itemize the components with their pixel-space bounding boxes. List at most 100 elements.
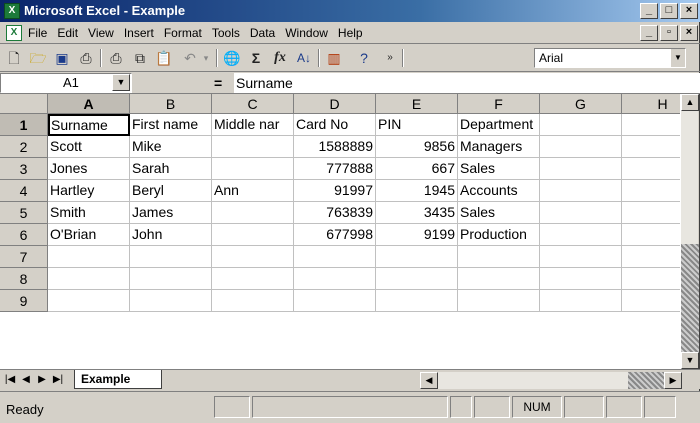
menu-data[interactable]: Data — [250, 26, 275, 40]
cell-g3[interactable] — [540, 158, 622, 180]
sheet-tab-example[interactable]: Example — [74, 370, 162, 389]
more-icon[interactable]: » — [380, 48, 400, 68]
cell-f5[interactable]: Sales — [458, 202, 540, 224]
row-header-1[interactable]: 1 — [0, 114, 48, 136]
row-header-7[interactable]: 7 — [0, 246, 48, 268]
cell-h9[interactable] — [622, 290, 680, 312]
cell-b8[interactable] — [130, 268, 212, 290]
cell-d9[interactable] — [294, 290, 376, 312]
row-header-2[interactable]: 2 — [0, 136, 48, 158]
cell-d5[interactable]: 763839 — [294, 202, 376, 224]
cell-d2[interactable]: 1588889 — [294, 136, 376, 158]
cell-h4[interactable] — [622, 180, 680, 202]
cell-b5[interactable]: James — [130, 202, 212, 224]
cell-f9[interactable] — [458, 290, 540, 312]
cell-a4[interactable]: Hartley — [48, 180, 130, 202]
cell-d3[interactable]: 777888 — [294, 158, 376, 180]
menu-help[interactable]: Help — [338, 26, 363, 40]
cell-d8[interactable] — [294, 268, 376, 290]
cell-g5[interactable] — [540, 202, 622, 224]
horizontal-scrollbar[interactable]: ◀ ▶ — [420, 372, 682, 389]
last-sheet-icon[interactable]: ▶| — [50, 372, 66, 388]
cell-g4[interactable] — [540, 180, 622, 202]
title-bar[interactable]: X Microsoft Excel - Example _ □ × — [0, 0, 700, 22]
cell-d1[interactable]: Card No — [294, 114, 376, 136]
cell-c5[interactable] — [212, 202, 294, 224]
cell-e5[interactable]: 3435 — [376, 202, 458, 224]
vertical-scroll-thumb[interactable] — [681, 244, 699, 354]
cell-e6[interactable]: 9199 — [376, 224, 458, 246]
cell-f8[interactable] — [458, 268, 540, 290]
cell-c2[interactable] — [212, 136, 294, 158]
font-name-select[interactable]: Arial ▼ — [534, 48, 686, 68]
cell-g1[interactable] — [540, 114, 622, 136]
cell-h6[interactable] — [622, 224, 680, 246]
sort-ascending-icon[interactable]: A↓ — [294, 48, 314, 68]
close-button[interactable]: × — [680, 3, 698, 19]
column-header-g[interactable]: G — [540, 94, 622, 114]
select-all-corner[interactable] — [0, 94, 48, 114]
copy-icon[interactable]: ⧉ — [130, 48, 150, 68]
first-sheet-icon[interactable]: |◀ — [2, 372, 18, 388]
vertical-scrollbar[interactable]: ▲ ▼ — [680, 94, 699, 369]
cell-c7[interactable] — [212, 246, 294, 268]
prev-sheet-icon[interactable]: ◀ — [18, 372, 34, 388]
hyperlink-icon[interactable]: 🌐 — [222, 48, 242, 68]
excel-app-icon[interactable]: X — [4, 3, 20, 19]
cell-g2[interactable] — [540, 136, 622, 158]
maximize-button[interactable]: □ — [660, 3, 678, 19]
row-header-8[interactable]: 8 — [0, 268, 48, 290]
scroll-right-icon[interactable]: ▶ — [664, 372, 682, 389]
cell-a2[interactable]: Scott — [48, 136, 130, 158]
open-icon[interactable]: 🗁 — [28, 48, 48, 68]
column-header-e[interactable]: E — [376, 94, 458, 114]
cell-b2[interactable]: Mike — [130, 136, 212, 158]
cell-h1[interactable] — [622, 114, 680, 136]
column-header-f[interactable]: F — [458, 94, 540, 114]
cell-c1[interactable]: Middle nar — [212, 114, 294, 136]
cell-b7[interactable] — [130, 246, 212, 268]
column-header-b[interactable]: B — [130, 94, 212, 114]
cell-a6[interactable]: O'Brian — [48, 224, 130, 246]
permission-icon[interactable]: ⎙ — [76, 48, 96, 68]
name-box-dropdown-icon[interactable]: ▼ — [112, 74, 130, 91]
autosum-icon[interactable]: Σ — [246, 48, 266, 68]
cell-b3[interactable]: Sarah — [130, 158, 212, 180]
cell-g6[interactable] — [540, 224, 622, 246]
help-icon[interactable]: ? — [354, 48, 374, 68]
row-header-6[interactable]: 6 — [0, 224, 48, 246]
cell-f7[interactable] — [458, 246, 540, 268]
doc-minimize-button[interactable]: _ — [640, 25, 658, 41]
cell-e2[interactable]: 9856 — [376, 136, 458, 158]
cell-d7[interactable] — [294, 246, 376, 268]
cell-g8[interactable] — [540, 268, 622, 290]
row-header-9[interactable]: 9 — [0, 290, 48, 312]
next-sheet-icon[interactable]: ▶ — [34, 372, 50, 388]
scroll-up-icon[interactable]: ▲ — [681, 94, 699, 111]
column-header-d[interactable]: D — [294, 94, 376, 114]
save-icon[interactable]: ▣ — [52, 48, 72, 68]
menu-insert[interactable]: Insert — [124, 26, 154, 40]
cell-f1[interactable]: Department — [458, 114, 540, 136]
new-icon[interactable]: 🗋 — [4, 48, 24, 68]
cell-b6[interactable]: John — [130, 224, 212, 246]
cell-f4[interactable]: Accounts — [458, 180, 540, 202]
minimize-button[interactable]: _ — [640, 3, 658, 19]
cell-a8[interactable] — [48, 268, 130, 290]
function-icon[interactable]: fx — [270, 48, 290, 68]
row-header-3[interactable]: 3 — [0, 158, 48, 180]
cell-e9[interactable] — [376, 290, 458, 312]
cell-h5[interactable] — [622, 202, 680, 224]
cell-c4[interactable]: Ann — [212, 180, 294, 202]
cell-e8[interactable] — [376, 268, 458, 290]
cell-g9[interactable] — [540, 290, 622, 312]
cell-c6[interactable] — [212, 224, 294, 246]
cell-a9[interactable] — [48, 290, 130, 312]
column-header-c[interactable]: C — [212, 94, 294, 114]
menu-view[interactable]: View — [88, 26, 114, 40]
cell-b1[interactable]: First name — [130, 114, 212, 136]
doc-restore-button[interactable]: ▫ — [660, 25, 678, 41]
scroll-left-icon[interactable]: ◀ — [420, 372, 438, 389]
undo-dropdown-icon[interactable]: ▾ — [196, 48, 216, 68]
cell-d4[interactable]: 91997 — [294, 180, 376, 202]
